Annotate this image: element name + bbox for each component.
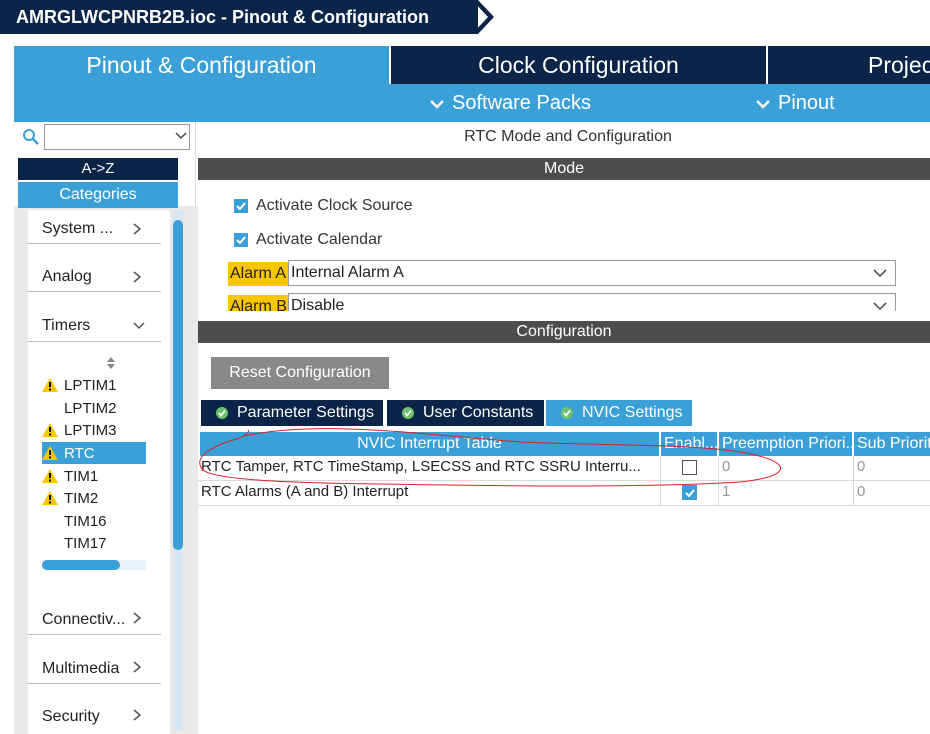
search-input[interactable] — [44, 124, 190, 150]
search-dropdown-chevron-icon[interactable] — [174, 131, 188, 141]
check-icon — [684, 488, 695, 497]
peripheral-tim17[interactable]: TIM17 — [42, 532, 146, 554]
divider — [28, 291, 161, 292]
tab-parameter-settings[interactable]: Parameter Settings — [201, 400, 383, 426]
table-row-1-preemption[interactable]: 1 — [722, 480, 852, 504]
activate-clock-source-row[interactable]: Activate Clock Source — [234, 197, 413, 215]
column-header-enabled[interactable]: Enabl... — [661, 432, 718, 456]
column-header-interrupt[interactable]: NVIC Interrupt Table — [200, 432, 660, 456]
title-bar: AMRGLWCPNRB2B.ioc - Pinout & Configurati… — [0, 0, 930, 34]
divider — [28, 683, 161, 684]
software-packs-menu[interactable]: Software Packs — [430, 92, 591, 115]
peripheral-lptim3[interactable]: LPTIM3 — [42, 419, 146, 441]
horizontal-scrollbar-thumb[interactable] — [42, 560, 120, 570]
divider — [28, 243, 161, 244]
alarm-b-select[interactable]: Disable — [288, 293, 896, 311]
main-tabs: Pinout & Configuration Clock Configurati… — [14, 46, 930, 84]
category-security[interactable]: Security — [42, 708, 100, 726]
tab-project[interactable]: Project — [768, 46, 930, 84]
category-multimedia[interactable]: Multimedia — [42, 660, 119, 678]
chevron-right-icon[interactable] — [132, 660, 142, 674]
category-connectivity[interactable]: Connectiv... — [42, 611, 125, 629]
category-analog[interactable]: Analog — [42, 268, 92, 286]
column-header-sub-priority[interactable]: Sub Priorit — [854, 432, 930, 456]
column-header-preemption[interactable]: Preemption Priori... — [719, 432, 853, 456]
check-circle-icon — [561, 407, 573, 419]
category-timers[interactable]: Timers — [42, 317, 90, 335]
tab-user-constants[interactable]: User Constants — [387, 400, 544, 426]
tab-clock-configuration[interactable]: Clock Configuration — [391, 46, 766, 84]
table-row-0-sub-priority[interactable]: 0 — [857, 455, 927, 479]
warning-icon — [42, 491, 58, 505]
table-row-0-enable-checkbox[interactable] — [682, 460, 697, 475]
activate-calendar-row[interactable]: Activate Calendar — [234, 231, 382, 249]
check-icon — [236, 236, 246, 244]
sub-toolbar: Software Packs Pinout — [14, 84, 930, 122]
category-list: System ... Analog Timers LPTIM1 LPTIM2 L… — [28, 210, 170, 734]
peripheral-lptim2[interactable]: LPTIM2 — [42, 397, 146, 419]
divider — [28, 634, 161, 635]
window-title: AMRGLWCPNRB2B.ioc - Pinout & Configurati… — [16, 7, 429, 27]
activate-clock-source-checkbox[interactable] — [234, 199, 248, 213]
peripheral-tim1[interactable]: TIM1 — [42, 465, 146, 487]
activate-calendar-label: Activate Calendar — [256, 231, 383, 248]
warning-icon — [42, 378, 58, 392]
column-divider — [853, 456, 854, 506]
check-circle-icon — [216, 407, 228, 419]
chevron-right-icon[interactable] — [132, 270, 142, 284]
table-row-1-sub-priority[interactable]: 0 — [857, 480, 927, 504]
mode-section-header[interactable]: Mode — [198, 158, 930, 180]
chevron-down-icon — [873, 269, 887, 278]
activate-clock-source-label: Activate Clock Source — [256, 197, 413, 214]
table-row-1-enable-checkbox[interactable] — [682, 485, 697, 500]
alarm-b-label: Alarm B — [228, 295, 289, 311]
peripheral-rtc[interactable]: RTC — [42, 442, 146, 464]
chevron-down-icon — [756, 99, 770, 109]
reset-configuration-button[interactable]: Reset Configuration — [211, 357, 389, 389]
title-tab: AMRGLWCPNRB2B.ioc - Pinout & Configurati… — [0, 0, 478, 34]
row-divider — [198, 505, 930, 506]
table-row-0-preemption[interactable]: 0 — [722, 455, 852, 479]
category-system-core[interactable]: System ... — [42, 220, 113, 238]
chevron-right-icon[interactable] — [132, 708, 142, 722]
chevron-down-icon — [430, 99, 444, 109]
page-title: RTC Mode and Configuration — [464, 128, 672, 145]
warning-icon — [42, 469, 58, 483]
tab-nvic-settings[interactable]: NVIC Settings — [546, 400, 692, 426]
nvic-interrupt-table: NVIC Interrupt Table Enabl... Preemption… — [198, 432, 930, 734]
breadcrumb-arrow-icon — [472, 0, 494, 34]
divider — [28, 341, 161, 342]
alarm-a-select[interactable]: Internal Alarm A — [288, 260, 896, 286]
vertical-scrollbar-thumb[interactable] — [173, 220, 183, 550]
tab-pinout-configuration[interactable]: Pinout & Configuration — [14, 46, 389, 84]
activate-calendar-checkbox[interactable] — [234, 233, 248, 247]
peripheral-lptim1[interactable]: LPTIM1 — [42, 374, 146, 396]
pinout-menu[interactable]: Pinout — [756, 92, 835, 115]
sort-updown-icon[interactable] — [106, 356, 116, 370]
categories-button[interactable]: Categories — [18, 182, 178, 208]
chevron-right-icon[interactable] — [132, 222, 142, 236]
chevron-right-icon[interactable] — [132, 611, 142, 625]
table-row-0-name: RTC Tamper, RTC TimeStamp, LSECSS and RT… — [201, 458, 641, 475]
chevron-down-icon[interactable] — [132, 321, 146, 331]
sort-az-button[interactable]: A->Z — [18, 158, 178, 180]
mode-panel: Activate Clock Source Activate Calendar … — [198, 180, 930, 311]
check-circle-icon — [402, 407, 414, 419]
peripheral-tim2[interactable]: TIM2 — [42, 487, 146, 509]
peripheral-tim16[interactable]: TIM16 — [42, 510, 146, 532]
search-icon[interactable] — [22, 128, 40, 146]
alarm-a-label: Alarm A — [228, 262, 289, 286]
warning-icon — [42, 446, 58, 460]
check-icon — [236, 202, 246, 210]
table-row-1-name: RTC Alarms (A and B) Interrupt — [201, 483, 409, 500]
chevron-down-icon — [873, 302, 887, 311]
warning-icon — [42, 423, 58, 437]
configuration-section-header[interactable]: Configuration — [198, 321, 930, 343]
column-divider — [660, 456, 661, 506]
column-divider — [718, 456, 719, 506]
